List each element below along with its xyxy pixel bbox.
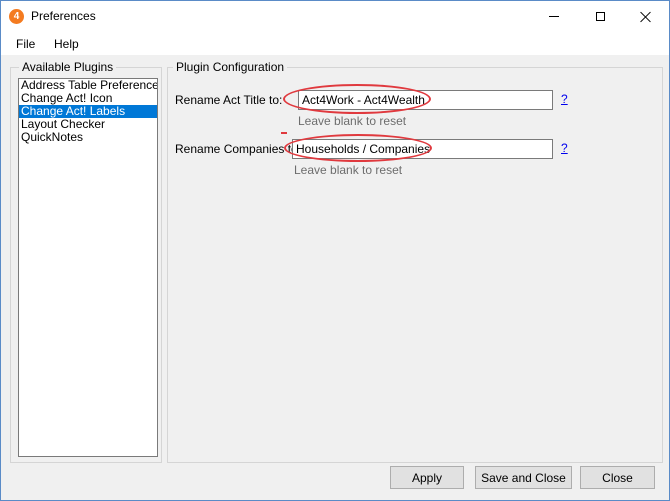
close-button[interactable]: Close bbox=[580, 466, 655, 489]
act-title-hint: Leave blank to reset bbox=[298, 114, 407, 128]
app-logo-icon: 4 bbox=[9, 9, 24, 24]
preferences-window: 4 Preferences File Help Available Plugin… bbox=[0, 0, 670, 501]
close-window-button[interactable] bbox=[623, 1, 669, 32]
rename-act-title-label: Rename Act Title to: bbox=[175, 93, 283, 107]
minimize-icon bbox=[549, 16, 559, 17]
list-item[interactable]: QuickNotes bbox=[19, 131, 157, 144]
companies-hint: Leave blank to reset bbox=[294, 163, 403, 177]
plugin-configuration-group: Plugin Configuration bbox=[167, 60, 663, 463]
rename-act-title-input[interactable] bbox=[298, 90, 553, 110]
companies-help-link[interactable]: ? bbox=[561, 141, 568, 155]
close-icon bbox=[640, 11, 652, 23]
rename-companies-input[interactable] bbox=[292, 139, 553, 159]
apply-button[interactable]: Apply bbox=[390, 466, 464, 489]
menu-help[interactable]: Help bbox=[54, 37, 79, 51]
maximize-icon bbox=[595, 12, 605, 21]
title-bar[interactable]: 4 Preferences bbox=[1, 1, 669, 32]
plugins-listbox[interactable]: Address Table Preferences Change Act! Ic… bbox=[18, 78, 158, 457]
save-and-close-button[interactable]: Save and Close bbox=[475, 466, 572, 489]
available-plugins-legend: Available Plugins bbox=[19, 60, 117, 74]
minimize-button[interactable] bbox=[531, 1, 577, 32]
menu-file[interactable]: File bbox=[16, 37, 35, 51]
maximize-button[interactable] bbox=[577, 1, 623, 32]
annotation-tick-mark bbox=[281, 132, 287, 134]
window-title: Preferences bbox=[31, 9, 96, 23]
plugin-configuration-legend: Plugin Configuration bbox=[173, 60, 288, 74]
menu-bar: File Help bbox=[1, 32, 669, 55]
rename-companies-label: Rename Companies to: bbox=[175, 142, 302, 156]
act-title-help-link[interactable]: ? bbox=[561, 92, 568, 106]
